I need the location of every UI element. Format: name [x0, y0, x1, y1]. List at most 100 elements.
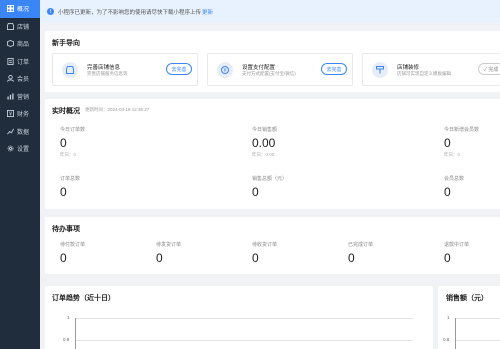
gridline — [75, 340, 413, 341]
y-tick-label: 0.8 — [443, 337, 450, 342]
guide-item-decoration: 店铺装修 店铺可实现自定义模板编辑 ✓ 完成 — [362, 53, 500, 86]
update-time: 更新时间：2024-03-18 12:36:27 — [85, 107, 150, 112]
todo-pending-receipt[interactable]: 待收货订单 0 — [252, 241, 277, 265]
sidebar-item-member[interactable]: 会员 — [0, 70, 40, 88]
guide-item-desc: 店铺可实现自定义模板编辑 — [397, 71, 451, 76]
stat-total-members: 会员总数 0 — [444, 175, 464, 199]
todo-value: 0 — [252, 251, 259, 265]
guide-item-desc: 支付方式配置(支付宝/微信) — [242, 71, 296, 76]
sidebar-item-label: 数据 — [17, 129, 30, 136]
todo-pending-payment[interactable]: 待付款订单 0 — [60, 241, 85, 265]
order-icon — [6, 57, 14, 65]
complete-shop-info-button[interactable]: 去完善 — [166, 63, 192, 75]
stat-label: 订单总数 — [60, 176, 81, 182]
complete-payment-button[interactable]: 去完善 — [321, 63, 347, 75]
marketing-icon — [6, 92, 14, 100]
sidebar-item-store[interactable]: 店铺 — [0, 18, 40, 36]
stat-value: 0 — [444, 136, 451, 150]
todo-title: 待办事项 — [52, 226, 80, 233]
sidebar-item-settings[interactable]: 设置 — [0, 140, 40, 158]
realtime-card: 实时概况 更新时间：2024-03-18 12:36:27 今日订单数 0 昨日… — [45, 99, 500, 209]
guide-card: 新手导向 完善店铺信息 完善店铺服务信息等 去完善 ¥ 设置支付配置 支付方式配… — [45, 31, 500, 92]
trend-title: 订单趋势（近十日） — [52, 295, 115, 302]
todo-card: 待办事项 待付款订单 0 待发货订单 0 待收货订单 0 已完成订单 0 退款中… — [45, 217, 500, 274]
todo-label: 已完成订单 — [348, 242, 374, 248]
todo-label: 待收货订单 — [252, 242, 278, 248]
stat-label: 会员总数 — [444, 176, 465, 182]
sidebar-item-data[interactable]: 数据 — [0, 123, 40, 141]
stat-yesterday: 昨日：0 — [444, 152, 461, 157]
sidebar-item-finance[interactable]: ¥ 财务 — [0, 105, 40, 123]
stat-yesterday: 昨日：0 — [60, 152, 77, 157]
todo-pending-shipment[interactable]: 待发货订单 0 — [156, 241, 181, 265]
stat-label: 销售总额（元） — [252, 176, 288, 182]
gridline — [455, 318, 500, 319]
stat-total-sales: 销售总额（元） 0 — [252, 175, 287, 199]
guide-item-desc: 完善店铺服务信息等 — [87, 71, 128, 76]
settings-icon — [6, 145, 14, 153]
notice-update-link[interactable]: 更新 — [202, 8, 213, 16]
goods-icon — [6, 40, 14, 48]
stat-today-members: 今日新增会员数 0 昨日：0 — [444, 126, 479, 158]
gridline — [75, 318, 413, 319]
sales-title: 销售额（元） — [446, 295, 488, 302]
stat-value: 0 — [252, 185, 259, 199]
guide-item-name: 完善店铺信息 — [87, 65, 121, 71]
svg-text:¥: ¥ — [223, 68, 226, 74]
sidebar-item-label: 财务 — [17, 112, 30, 119]
stat-yesterday: 昨日：0.00 — [252, 152, 275, 157]
stat-today-sales: 今日销售额 0.00 昨日：0.00 — [252, 126, 277, 158]
decoration-icon — [372, 62, 388, 78]
stat-total-orders: 订单总数 0 — [60, 175, 80, 199]
finance-icon: ¥ — [6, 110, 14, 118]
sidebar-item-goods[interactable]: 商品 — [0, 35, 40, 53]
todo-refunding[interactable]: 退款中订单 0 — [444, 241, 469, 265]
y-axis — [455, 318, 456, 349]
sidebar-item-marketing[interactable]: 营销 — [0, 88, 40, 106]
todo-label: 待付款订单 — [60, 242, 86, 248]
stat-label: 今日销售额 — [252, 127, 278, 133]
todo-label: 待发货订单 — [156, 242, 182, 248]
sidebar: 概况 店铺 商品 订单 会员 营销 ¥ 财务 数据 设置 — [0, 0, 40, 349]
todo-label: 退款中订单 — [444, 242, 470, 248]
sidebar-item-overview[interactable]: 概况 — [0, 0, 40, 18]
guide-item-name: 设置支付配置 — [242, 65, 276, 71]
guide-item-shop-info: 完善店铺信息 完善店铺服务信息等 去完善 — [52, 53, 198, 86]
todo-value: 0 — [60, 251, 67, 265]
todo-value: 0 — [444, 251, 451, 265]
guide-item-payment: ¥ 设置支付配置 支付方式配置(支付宝/微信) 去完善 — [207, 53, 353, 86]
shop-info-icon — [62, 62, 78, 78]
stat-value: 0 — [60, 136, 67, 150]
update-notice: ! 小程序已更新，为了不影响您的使用请尽快下载小程序上传 更新 — [40, 0, 500, 23]
y-axis — [75, 318, 76, 349]
guide-title: 新手导向 — [52, 40, 80, 47]
sidebar-item-order[interactable]: 订单 — [0, 53, 40, 71]
stat-label: 今日订单数 — [60, 127, 86, 133]
order-trend-card: 订单趋势（近十日） 1 0.8 — [45, 286, 433, 349]
sidebar-item-label: 店铺 — [17, 24, 30, 31]
guide-item-name: 店铺装修 — [397, 65, 420, 71]
stat-label: 今日新增会员数 — [444, 127, 480, 133]
sidebar-item-label: 营销 — [17, 94, 30, 101]
y-tick-label: 1 — [447, 315, 450, 320]
sidebar-item-label: 订单 — [17, 59, 30, 66]
stat-value: 0 — [60, 185, 67, 199]
todo-value: 0 — [348, 251, 355, 265]
sidebar-item-label: 会员 — [17, 77, 30, 84]
info-icon: ! — [47, 8, 54, 15]
todo-completed[interactable]: 已完成订单 0 — [348, 241, 373, 265]
stat-value: 0 — [444, 185, 451, 199]
store-icon — [6, 22, 14, 30]
sidebar-item-label: 商品 — [17, 42, 30, 49]
data-icon — [6, 127, 14, 135]
notice-text: 小程序已更新，为了不影响您的使用请尽快下载小程序上传 — [58, 9, 202, 16]
y-tick-label: 1 — [67, 315, 70, 320]
stat-today-orders: 今日订单数 0 昨日：0 — [60, 126, 85, 158]
sidebar-item-label: 设置 — [17, 147, 30, 154]
gridline — [455, 340, 500, 341]
dashboard-icon — [6, 5, 14, 13]
sidebar-item-label: 概况 — [17, 7, 30, 14]
decoration-done-button[interactable]: ✓ 完成 — [478, 63, 500, 75]
sales-card: 销售额（元） 1 0.8 — [438, 286, 500, 349]
realtime-title: 实时概况 — [52, 108, 80, 115]
